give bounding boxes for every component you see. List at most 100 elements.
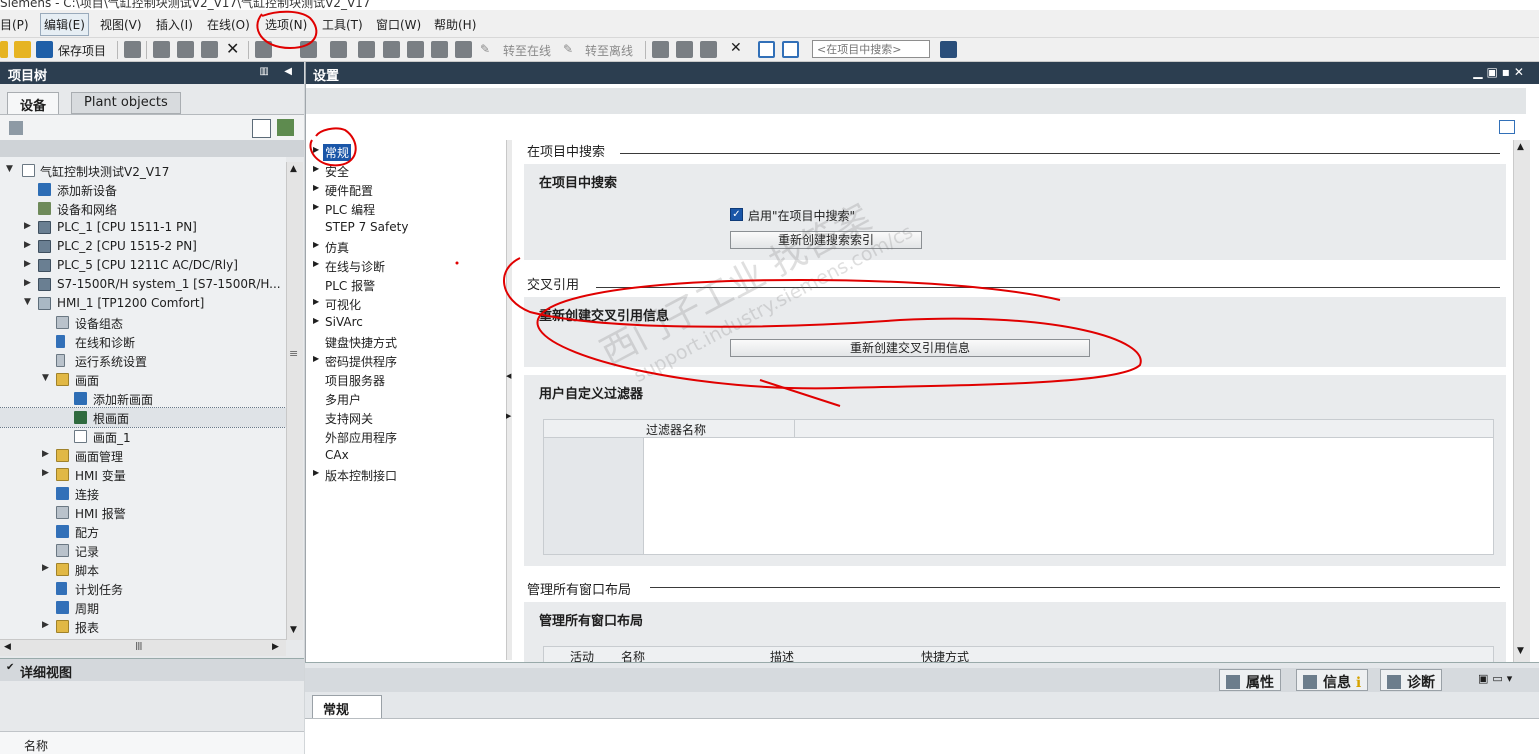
enable-search-checkbox[interactable]: ✓ [730, 208, 743, 221]
go-online-button[interactable]: 转至在线 [503, 42, 551, 59]
tree-item-screen-management[interactable]: ▶ 画面管理 [0, 446, 286, 465]
tree-item-connections[interactable]: 连接 [0, 484, 286, 503]
tree-item-recipes[interactable]: 配方 [0, 522, 286, 541]
cross-reference-icon[interactable]: ✕ [730, 40, 742, 56]
upload-icon[interactable] [407, 41, 424, 58]
tree-toolbar [0, 114, 304, 140]
tree-item-project[interactable]: ▼ 气缸控制块测试V2_V17 [0, 161, 286, 180]
filter-table[interactable]: 过滤器名称 [543, 419, 1494, 555]
scroll-right-icon[interactable]: ▶ [272, 642, 279, 652]
accessible-devices-icon[interactable] [652, 41, 669, 58]
new-project-icon[interactable] [0, 41, 8, 58]
scroll-grip-icon[interactable]: ≡ [289, 347, 298, 360]
runtime-icon[interactable] [455, 41, 472, 58]
tree-view-list-icon[interactable] [252, 119, 271, 138]
stop-cpu-icon[interactable] [700, 41, 717, 58]
scroll-up-icon[interactable]: ▲ [1517, 142, 1524, 152]
detail-view-header[interactable]: ✔ 详细视图 [0, 659, 304, 681]
cut-icon[interactable] [153, 41, 170, 58]
tree-item-rh-system[interactable]: ▶ S7-1500R/H system_1 [S7-1500R/H... [0, 275, 286, 294]
tree-item-screen1[interactable]: 画面_1 [0, 427, 286, 446]
menu-project[interactable]: 目(P) [0, 16, 29, 33]
download-icon[interactable] [383, 41, 400, 58]
tree-vertical-scrollbar[interactable]: ▲ ≡ ▼ [286, 162, 303, 640]
rebuild-xref-button[interactable]: 重新创建交叉引用信息 [730, 339, 1090, 357]
tree-item-screens[interactable]: ▼ 画面 [0, 370, 286, 389]
tree-item-hmi-tags[interactable]: ▶ HMI 变量 [0, 465, 286, 484]
layout-icon[interactable] [1499, 120, 1515, 134]
layouts-box-title: 管理所有窗口布局 [539, 614, 644, 629]
tree-item-add-device[interactable]: 添加新设备 [0, 180, 286, 199]
tree-add-icon[interactable] [277, 119, 294, 136]
menu-help[interactable]: 帮助(H) [434, 16, 476, 33]
tab-diagnostics[interactable]: 诊断 [1380, 669, 1442, 691]
split-editor-icon[interactable] [330, 41, 347, 58]
menu-tools[interactable]: 工具(T) [322, 16, 363, 33]
scroll-up-icon[interactable]: ▲ [290, 164, 297, 174]
rebuild-search-index-button[interactable]: 重新创建搜索索引 [730, 231, 922, 249]
paste-icon[interactable] [201, 41, 218, 58]
start-cpu-icon[interactable] [676, 41, 693, 58]
go-offline-icon[interactable]: ✎ [563, 42, 573, 56]
open-project-icon[interactable] [14, 41, 31, 58]
tree-item-runtime-settings[interactable]: 运行系统设置 [0, 351, 286, 370]
tree-item-plc2[interactable]: ▶ PLC_2 [CPU 1515-2 PN] [0, 237, 286, 256]
menu-edit[interactable]: 编辑(E) [40, 13, 89, 36]
tree-item-devices-networks[interactable]: 设备和网络 [0, 199, 286, 218]
delete-icon[interactable]: ✕ [226, 39, 239, 58]
tree-item-scheduled-tasks[interactable]: 计划任务 [0, 579, 286, 598]
menu-online[interactable]: 在线(O) [207, 16, 250, 33]
menu-insert[interactable]: 插入(I) [156, 16, 193, 33]
scroll-left-icon[interactable]: ◀ [4, 642, 11, 652]
tab-info[interactable]: 信息 ℹ [1296, 669, 1369, 691]
tree-settings-icon[interactable] [9, 121, 23, 135]
menu-window[interactable]: 窗口(W) [376, 16, 421, 33]
tab-devices[interactable]: 设备 [7, 92, 60, 114]
tree-item-plc1[interactable]: ▶ PLC_1 [CPU 1511-1 PN] [0, 218, 286, 237]
print-icon[interactable] [124, 41, 141, 58]
tab-properties[interactable]: 属性 [1219, 669, 1281, 691]
undo-icon[interactable] [255, 41, 272, 58]
collapse-nav-icon[interactable]: ◀ [506, 372, 511, 380]
redo-icon[interactable] [300, 41, 317, 58]
tree-item-add-screen[interactable]: 添加新画面 [0, 389, 286, 408]
split-vertical-icon[interactable] [782, 41, 799, 58]
layouts-column-shortcut: 快捷方式 [921, 650, 970, 662]
search-binoculars-icon[interactable] [940, 41, 957, 58]
project-search-input[interactable] [812, 40, 930, 58]
scroll-down-icon[interactable]: ▼ [290, 625, 297, 635]
split-horizontal-icon[interactable] [758, 41, 775, 58]
scroll-grip-icon[interactable]: Ⅲ [135, 640, 143, 653]
tree-item-reports[interactable]: ▶ 报表 [0, 617, 286, 636]
tree-item-scripts[interactable]: ▶ 脚本 [0, 560, 286, 579]
tree-horizontal-scrollbar[interactable]: ◀ Ⅲ ▶ [0, 639, 286, 656]
panel-collapse-icon[interactable]: ▥ ◀ [259, 66, 298, 77]
chevron-down-icon[interactable]: ✔ [6, 662, 14, 673]
tree-item-hmi-alarms[interactable]: HMI 报警 [0, 503, 286, 522]
tree-item-online-diag[interactable]: 在线和诊断 [0, 332, 286, 351]
tree-item-device-config[interactable]: 设备组态 [0, 313, 286, 332]
expand-nav-icon[interactable]: ▶ [506, 412, 511, 420]
save-icon[interactable] [36, 41, 53, 58]
scroll-down-icon[interactable]: ▼ [1517, 646, 1524, 656]
tab-general[interactable]: 常规 [312, 695, 382, 719]
copy-icon[interactable] [177, 41, 194, 58]
start-simulation-icon[interactable] [431, 41, 448, 58]
tab-plant-objects[interactable]: Plant objects [71, 92, 181, 114]
log-icon [56, 544, 69, 557]
settings-vertical-scrollbar[interactable]: ▲ ▼ [1513, 140, 1530, 662]
window-controls-icon[interactable]: ▁▣▪✕ [1473, 65, 1528, 79]
compile-icon[interactable] [358, 41, 375, 58]
tree-item-logs[interactable]: 记录 [0, 541, 286, 560]
nav-splitter[interactable]: ◀ ▶ [506, 140, 512, 660]
menu-view[interactable]: 视图(V) [100, 16, 142, 33]
go-online-icon[interactable]: ✎ [480, 42, 490, 56]
go-offline-button[interactable]: 转至离线 [585, 42, 633, 59]
menu-options[interactable]: 选项(N) [265, 16, 307, 33]
tree-item-cycles[interactable]: 周期 [0, 598, 286, 617]
tree-item-plc5[interactable]: ▶ PLC_5 [CPU 1211C AC/DC/Rly] [0, 256, 286, 275]
tree-item-root-screen[interactable]: 根画面 [0, 407, 286, 428]
panel-controls-icon[interactable]: ▣▭▾ [1478, 672, 1516, 685]
tree-item-hmi1[interactable]: ▼ HMI_1 [TP1200 Comfort] [0, 294, 286, 313]
save-project-button[interactable]: 保存项目 [58, 42, 106, 59]
